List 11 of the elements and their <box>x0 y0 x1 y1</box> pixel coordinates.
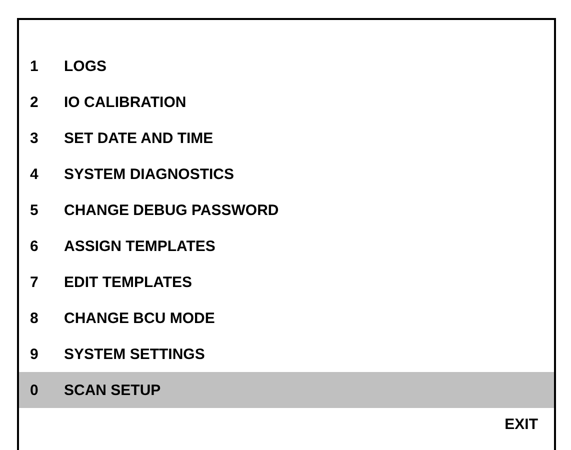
menu-item[interactable]: 7 EDIT TEMPLATES <box>19 264 554 300</box>
menu-item[interactable]: 3 SET DATE AND TIME <box>19 120 554 156</box>
menu-item[interactable]: 1 LOGS <box>19 48 554 84</box>
menu-item[interactable]: 5 CHANGE DEBUG PASSWORD <box>19 192 554 228</box>
menu-item[interactable]: 4 SYSTEM DIAGNOSTICS <box>19 156 554 192</box>
menu-item[interactable]: 9 SYSTEM SETTINGS <box>19 336 554 372</box>
exit-button[interactable]: EXIT <box>504 408 538 441</box>
menu-item[interactable]: 8 CHANGE BCU MODE <box>19 300 554 336</box>
menu-item[interactable]: 2 IO CALIBRATION <box>19 84 554 120</box>
menu-item[interactable]: 0 SCAN SETUP <box>19 372 554 408</box>
menu-item[interactable]: 6 ASSIGN TEMPLATES <box>19 228 554 264</box>
